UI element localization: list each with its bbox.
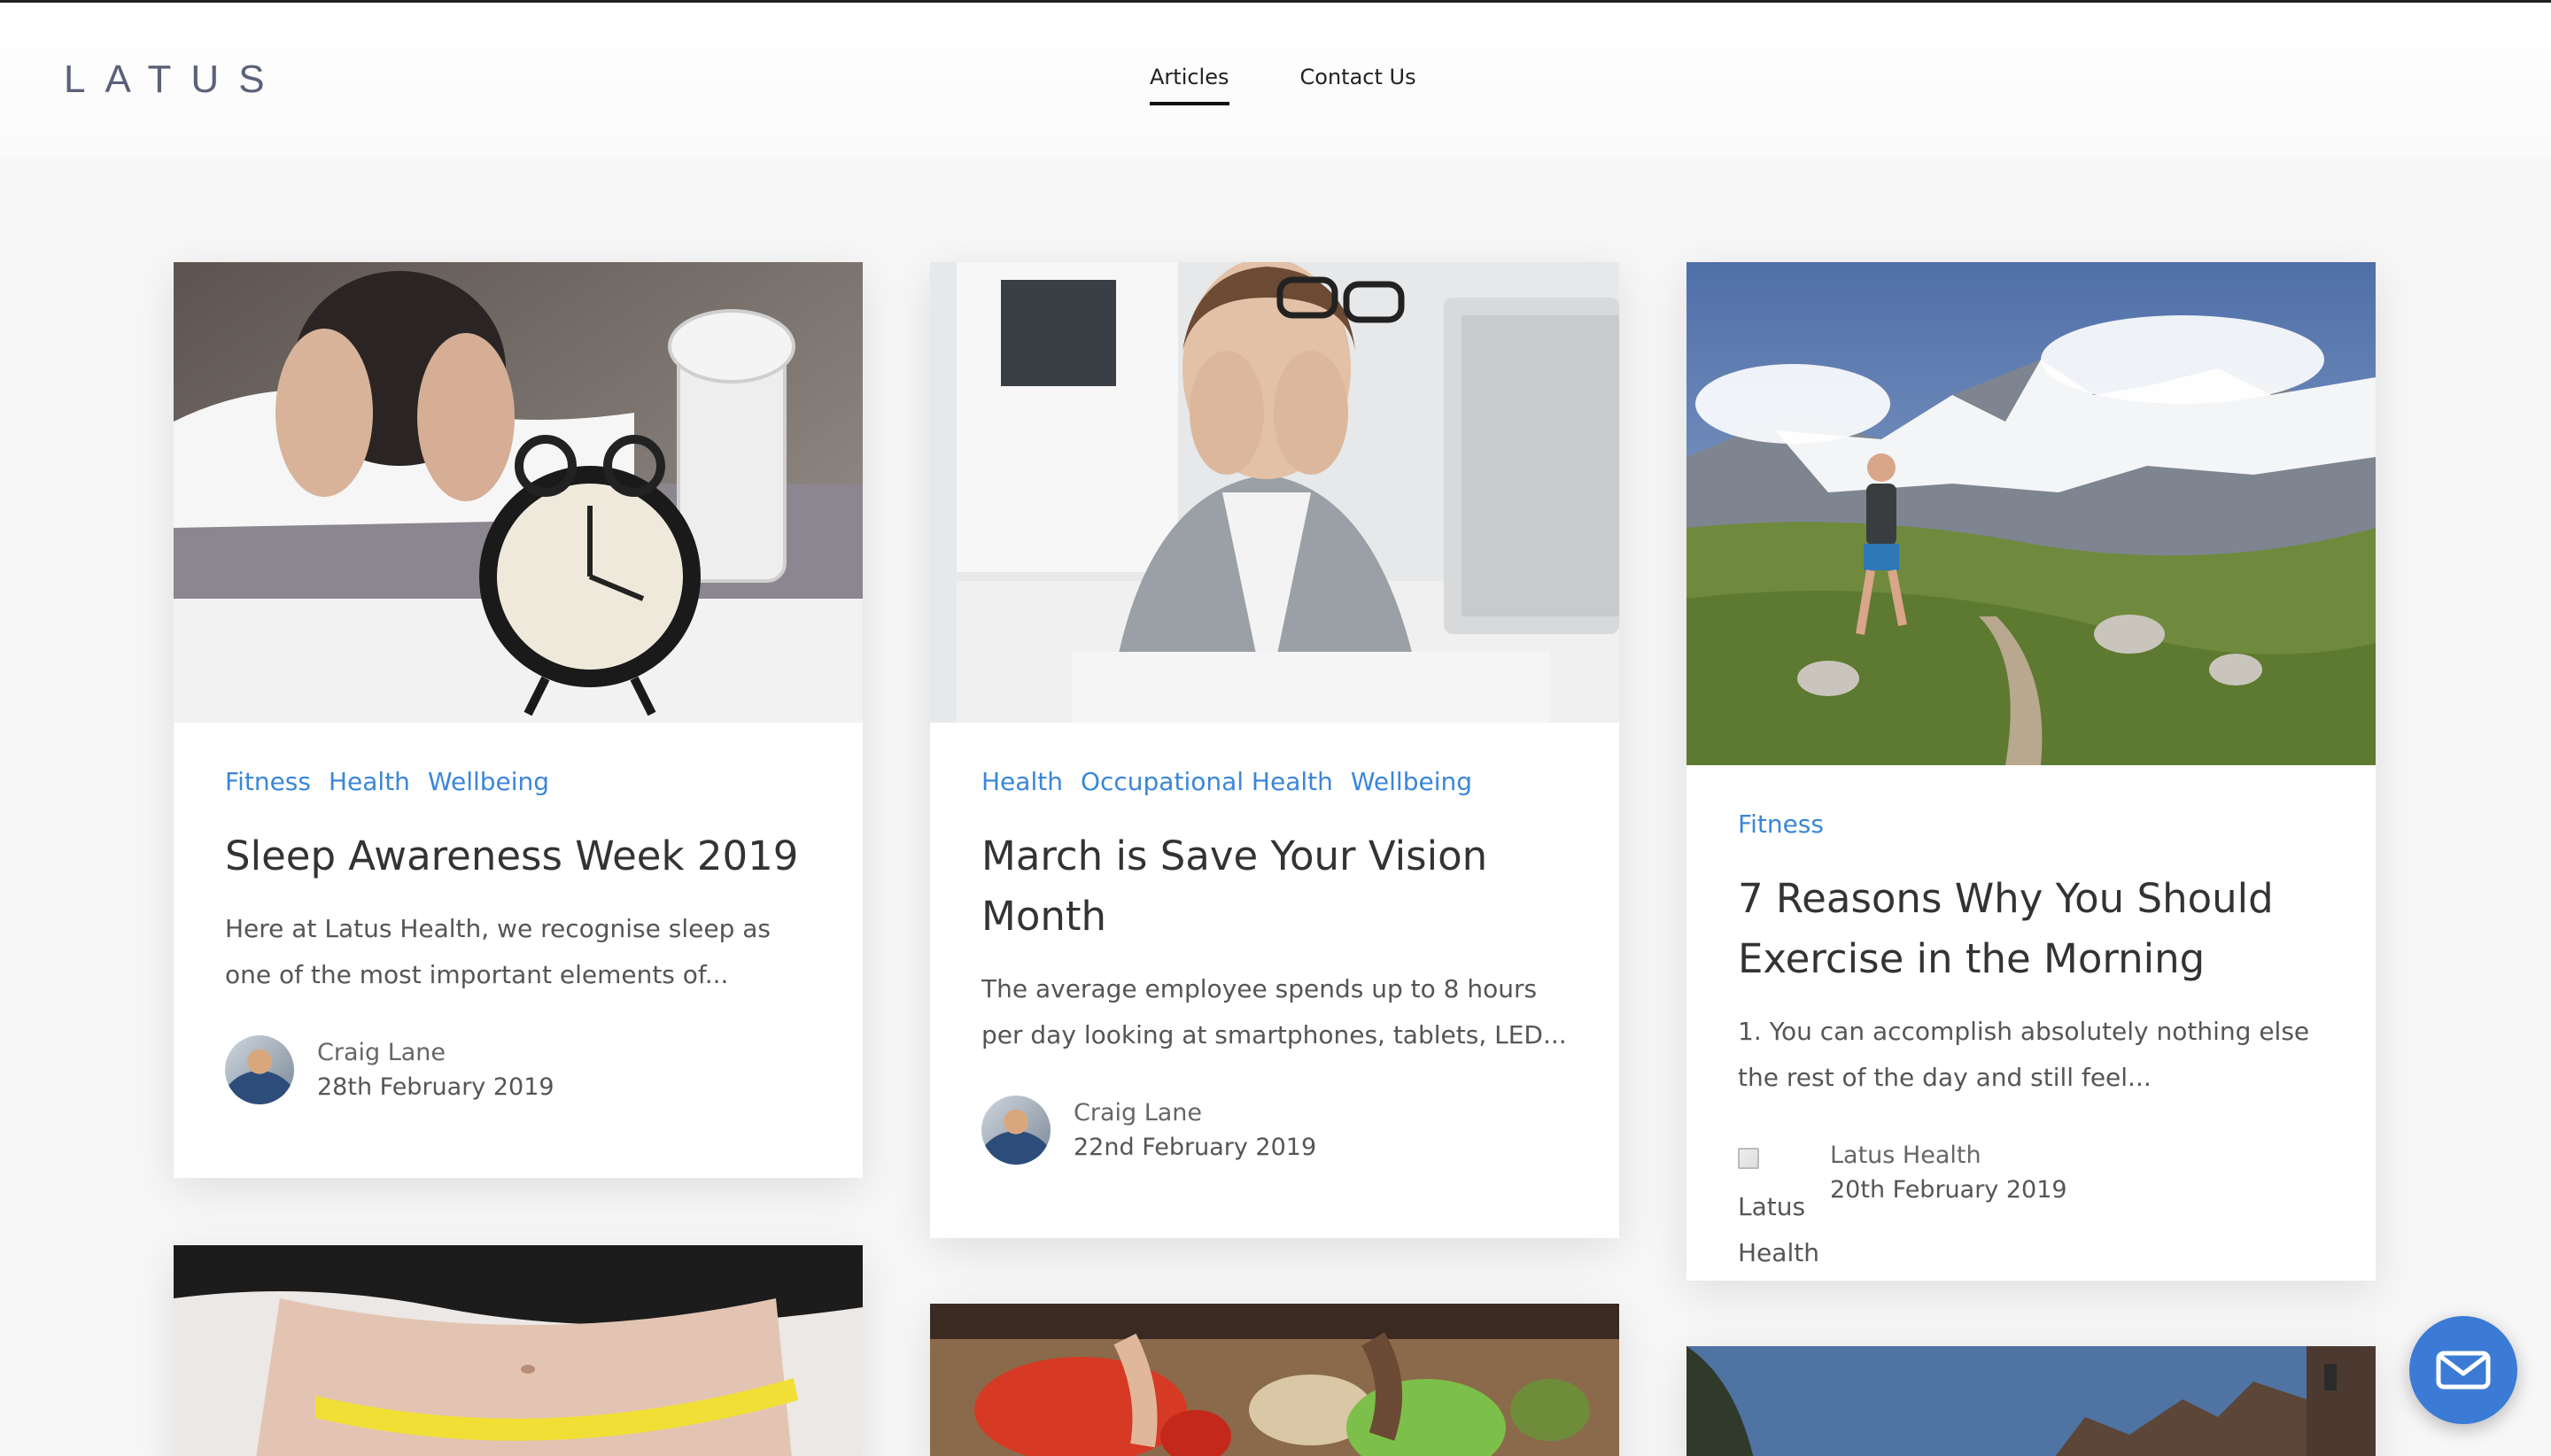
avatar: Latus Health: [1738, 1138, 1819, 1276]
contact-fab-button[interactable]: [2409, 1316, 2517, 1424]
food-prep-photo: [930, 1304, 1619, 1456]
article-card[interactable]: [1686, 1346, 2376, 1456]
logo[interactable]: LATUS: [64, 58, 284, 102]
article-date: 22nd February 2019: [1074, 1134, 1317, 1161]
article-title[interactable]: 7 Reasons Why You Should Exercise in the…: [1738, 869, 2324, 989]
building-photo: [1686, 1346, 2376, 1456]
broken-image-icon: [1738, 1148, 1759, 1169]
article-excerpt: Here at Latus Health, we recognise sleep…: [225, 914, 771, 989]
article-card[interactable]: [930, 1304, 1619, 1456]
tag[interactable]: Health: [981, 767, 1063, 796]
article-title[interactable]: Sleep Awareness Week 2019: [225, 826, 811, 887]
article-body: Fitness Health Wellbeing Sleep Awareness…: [174, 723, 863, 1104]
tag-list: Fitness: [1738, 809, 2324, 839]
article-card[interactable]: Health Occupational Health Wellbeing Mar…: [930, 262, 1619, 1238]
article-date: 28th February 2019: [317, 1073, 554, 1101]
tag-list: Health Occupational Health Wellbeing: [981, 767, 1568, 796]
article-excerpt: 1. You can accomplish absolutely nothing…: [1738, 1017, 2310, 1092]
tag[interactable]: Wellbeing: [1351, 767, 1472, 796]
article-body: Health Occupational Health Wellbeing Mar…: [930, 723, 1619, 1165]
avatar-alt-text: Latus Health: [1738, 1192, 1819, 1267]
site-header: LATUS Articles Contact Us: [0, 3, 2551, 158]
avatar: [225, 1035, 294, 1104]
author-name: Craig Lane: [317, 1039, 446, 1066]
waist-measure-photo: [174, 1245, 863, 1456]
article-author: Craig Lane 28th February 2019: [225, 1035, 811, 1104]
tag[interactable]: Occupational Health: [1081, 767, 1333, 796]
article-image[interactable]: [174, 1245, 863, 1456]
article-image[interactable]: [930, 1304, 1619, 1456]
tired-worker-photo: [930, 262, 1619, 723]
envelope-icon: [2436, 1351, 2491, 1390]
article-body: Fitness 7 Reasons Why You Should Exercis…: [1686, 765, 2376, 1276]
mountain-runner-photo: [1686, 262, 2376, 765]
article-image[interactable]: [1686, 1346, 2376, 1456]
avatar: [981, 1096, 1051, 1165]
article-card[interactable]: Fitness 7 Reasons Why You Should Exercis…: [1686, 262, 2376, 1281]
tag[interactable]: Health: [329, 767, 410, 796]
author-name: Latus Health: [1830, 1142, 1981, 1169]
article-excerpt: The average employee spends up to 8 hour…: [981, 974, 1567, 1049]
article-author: Craig Lane 22nd February 2019: [981, 1096, 1568, 1165]
article-card[interactable]: [174, 1245, 863, 1456]
sleep-photo: [174, 262, 863, 723]
article-date: 20th February 2019: [1830, 1176, 2067, 1204]
main-nav: Articles Contact Us: [1150, 65, 1416, 105]
tag[interactable]: Wellbeing: [428, 767, 549, 796]
tag[interactable]: Fitness: [225, 767, 311, 796]
nav-contact-us[interactable]: Contact Us: [1300, 65, 1416, 105]
author-name: Craig Lane: [1074, 1099, 1203, 1127]
tag-list: Fitness Health Wellbeing: [225, 767, 811, 796]
article-card[interactable]: Fitness Health Wellbeing Sleep Awareness…: [174, 262, 863, 1178]
article-title[interactable]: March is Save Your Vision Month: [981, 826, 1568, 947]
nav-articles[interactable]: Articles: [1150, 65, 1229, 105]
tag[interactable]: Fitness: [1738, 809, 1824, 839]
article-image[interactable]: [174, 262, 863, 723]
article-author: Latus Health Latus Health 20th February …: [1738, 1138, 2324, 1276]
article-image[interactable]: [1686, 262, 2376, 765]
article-image[interactable]: [930, 262, 1619, 723]
